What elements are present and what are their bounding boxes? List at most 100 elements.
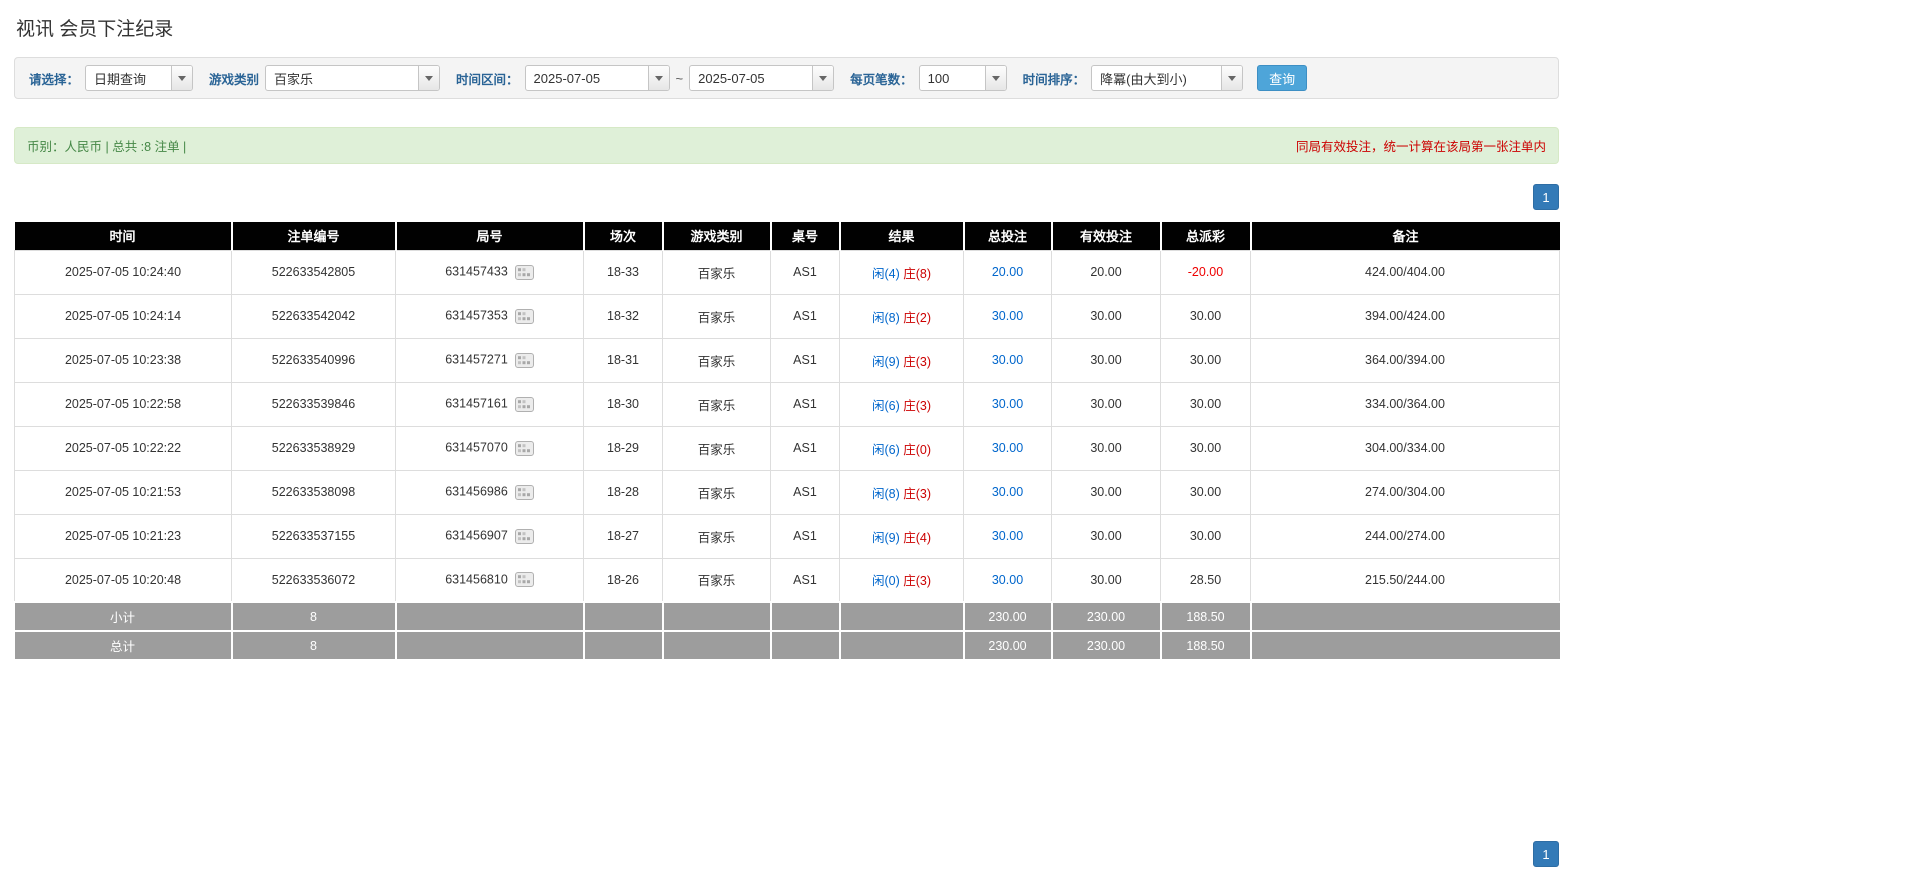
table-row: 2025-07-05 10:23:38 522633540996 631457271… bbox=[14, 337, 1560, 383]
total-bet-link[interactable]: 30.00 bbox=[992, 397, 1023, 411]
chevron-down-icon[interactable] bbox=[812, 66, 834, 90]
table-body: 2025-07-05 10:24:40 522633542805 631457433… bbox=[14, 249, 1560, 603]
chevron-down-icon[interactable] bbox=[647, 66, 669, 90]
roadmap-button[interactable] bbox=[514, 264, 534, 280]
round-no: 631457161 bbox=[445, 397, 508, 412]
chevron-down-icon[interactable] bbox=[171, 66, 193, 90]
pagination-top: 1 bbox=[14, 184, 1559, 210]
total-bet-cell: 20.00 bbox=[963, 249, 1052, 295]
sort-order-label: 时间排序： bbox=[1022, 72, 1086, 87]
table-no-cell: AS1 bbox=[770, 557, 840, 603]
game-type-value: 百家乐 bbox=[274, 71, 314, 87]
sort-order-combo[interactable]: 降冪(由大到小) bbox=[1091, 65, 1244, 91]
table-no-cell: AS1 bbox=[770, 337, 840, 383]
page-size-value: 100 bbox=[927, 70, 950, 86]
total-bet-cell: 30.00 bbox=[963, 381, 1052, 427]
player-result: 闲(6) bbox=[871, 442, 900, 457]
session-cell: 18-32 bbox=[583, 293, 663, 339]
table-row: 2025-07-05 10:21:53 522633538098 631456986… bbox=[14, 469, 1560, 515]
col-header-round-no: 局号 bbox=[394, 222, 585, 250]
chevron-down-icon[interactable] bbox=[1221, 66, 1243, 90]
total-bet-cell: 30.00 bbox=[963, 557, 1052, 603]
query-type-combo[interactable]: 日期查询 bbox=[85, 65, 194, 91]
pagination-bottom: 1 bbox=[14, 841, 1559, 867]
banker-result: 庄(0) bbox=[903, 442, 932, 457]
valid-bet-cell: 30.00 bbox=[1051, 513, 1161, 559]
banker-result: 庄(4) bbox=[903, 530, 932, 545]
valid-bet-notice-text: 同局有效投注，统一计算在该局第一张注单内 bbox=[1295, 140, 1546, 154]
table-no-cell: AS1 bbox=[770, 381, 840, 427]
roadmap-button[interactable] bbox=[514, 440, 534, 456]
total-bet-link[interactable]: 30.00 bbox=[992, 573, 1023, 587]
date-from-combo[interactable]: 2025-07-05 bbox=[524, 65, 670, 91]
page-size-combo[interactable]: 100 bbox=[918, 65, 1007, 91]
roadmap-button[interactable] bbox=[514, 528, 534, 544]
remark-cell: 424.00/404.00 bbox=[1250, 249, 1560, 295]
roadmap-button[interactable] bbox=[514, 308, 534, 324]
page-number-button[interactable]: 1 bbox=[1533, 184, 1559, 210]
time-cell: 2025-07-05 10:21:53 bbox=[14, 469, 232, 515]
time-cell: 2025-07-05 10:24:40 bbox=[14, 249, 232, 295]
total-bet-link[interactable]: 30.00 bbox=[992, 441, 1023, 455]
session-cell: 18-28 bbox=[583, 469, 663, 515]
roadmap-button[interactable] bbox=[514, 484, 534, 500]
total-count: 8 bbox=[230, 630, 397, 661]
game-type-label: 游戏类别 bbox=[209, 72, 260, 87]
total-bet-link[interactable]: 30.00 bbox=[992, 353, 1023, 367]
remark-cell: 274.00/304.00 bbox=[1250, 469, 1560, 515]
bet-no-cell: 522633542042 bbox=[231, 293, 396, 339]
currency-total-text: 币别：人民币 | 总共 :8 注单 | bbox=[27, 140, 187, 154]
subtotal-row: 小计 8 230.00 230.00 188.50 bbox=[14, 601, 1560, 632]
game-type-combo[interactable]: 百家乐 bbox=[265, 65, 441, 91]
subtotal-payout: 188.50 bbox=[1159, 601, 1252, 632]
col-header-time: 时间 bbox=[14, 222, 233, 250]
game-type-cell: 百家乐 bbox=[662, 249, 771, 295]
bet-no-cell: 522633539846 bbox=[231, 381, 396, 427]
roadmap-icon bbox=[514, 572, 534, 588]
table-row: 2025-07-05 10:24:40 522633542805 631457433… bbox=[14, 249, 1560, 295]
roadmap-button[interactable] bbox=[514, 396, 534, 412]
subtotal-empty-cell bbox=[1249, 601, 1560, 632]
total-bet-cell: 30.00 bbox=[963, 469, 1052, 515]
total-empty-cell bbox=[661, 630, 772, 661]
bet-no-cell: 522633536072 bbox=[231, 557, 396, 603]
banker-result: 庄(2) bbox=[903, 310, 932, 325]
total-bet-link[interactable]: 30.00 bbox=[992, 529, 1023, 543]
total-bet-cell: 30.00 bbox=[963, 337, 1052, 383]
roadmap-button[interactable] bbox=[514, 352, 534, 368]
total-total-bet: 230.00 bbox=[962, 630, 1053, 661]
valid-bet-cell: 30.00 bbox=[1051, 293, 1161, 339]
result-cell: 闲(8) 庄(3) bbox=[839, 469, 964, 515]
chevron-down-icon[interactable] bbox=[984, 66, 1006, 90]
search-button[interactable]: 查询 bbox=[1257, 65, 1308, 91]
round-no: 631456907 bbox=[445, 529, 508, 544]
round-no-cell: 631457070 bbox=[395, 425, 584, 471]
chevron-down-icon[interactable] bbox=[418, 66, 440, 90]
date-from-value: 2025-07-05 bbox=[533, 70, 601, 86]
roadmap-button[interactable] bbox=[514, 572, 534, 588]
result-cell: 闲(6) 庄(0) bbox=[839, 425, 964, 471]
col-header-session: 场次 bbox=[582, 222, 664, 250]
col-header-remark: 备注 bbox=[1249, 222, 1560, 250]
total-empty-cell bbox=[394, 630, 585, 661]
payout-cell: 30.00 bbox=[1160, 381, 1251, 427]
date-to-combo[interactable]: 2025-07-05 bbox=[689, 65, 835, 91]
total-bet-link[interactable]: 30.00 bbox=[992, 309, 1023, 323]
payout-cell: 28.50 bbox=[1160, 557, 1251, 603]
total-empty-cell bbox=[582, 630, 664, 661]
time-range-label: 时间区间： bbox=[456, 72, 519, 87]
page-size-label: 每页笔数： bbox=[850, 72, 913, 87]
session-cell: 18-33 bbox=[583, 249, 663, 295]
round-no-cell: 631457353 bbox=[395, 293, 584, 339]
total-bet-link[interactable]: 30.00 bbox=[992, 485, 1023, 499]
total-bet-link[interactable]: 20.00 bbox=[992, 265, 1023, 279]
result-cell: 闲(6) 庄(3) bbox=[839, 381, 964, 427]
total-bet-cell: 30.00 bbox=[963, 293, 1052, 339]
banker-result: 庄(8) bbox=[903, 266, 932, 281]
payout-cell: -20.00 bbox=[1160, 249, 1251, 295]
query-type-value: 日期查询 bbox=[94, 71, 147, 87]
page-title: 视讯 会员下注纪录 bbox=[16, 19, 174, 40]
page-number-button[interactable]: 1 bbox=[1533, 841, 1559, 867]
valid-bet-cell: 20.00 bbox=[1051, 249, 1161, 295]
game-type-cell: 百家乐 bbox=[662, 293, 771, 339]
